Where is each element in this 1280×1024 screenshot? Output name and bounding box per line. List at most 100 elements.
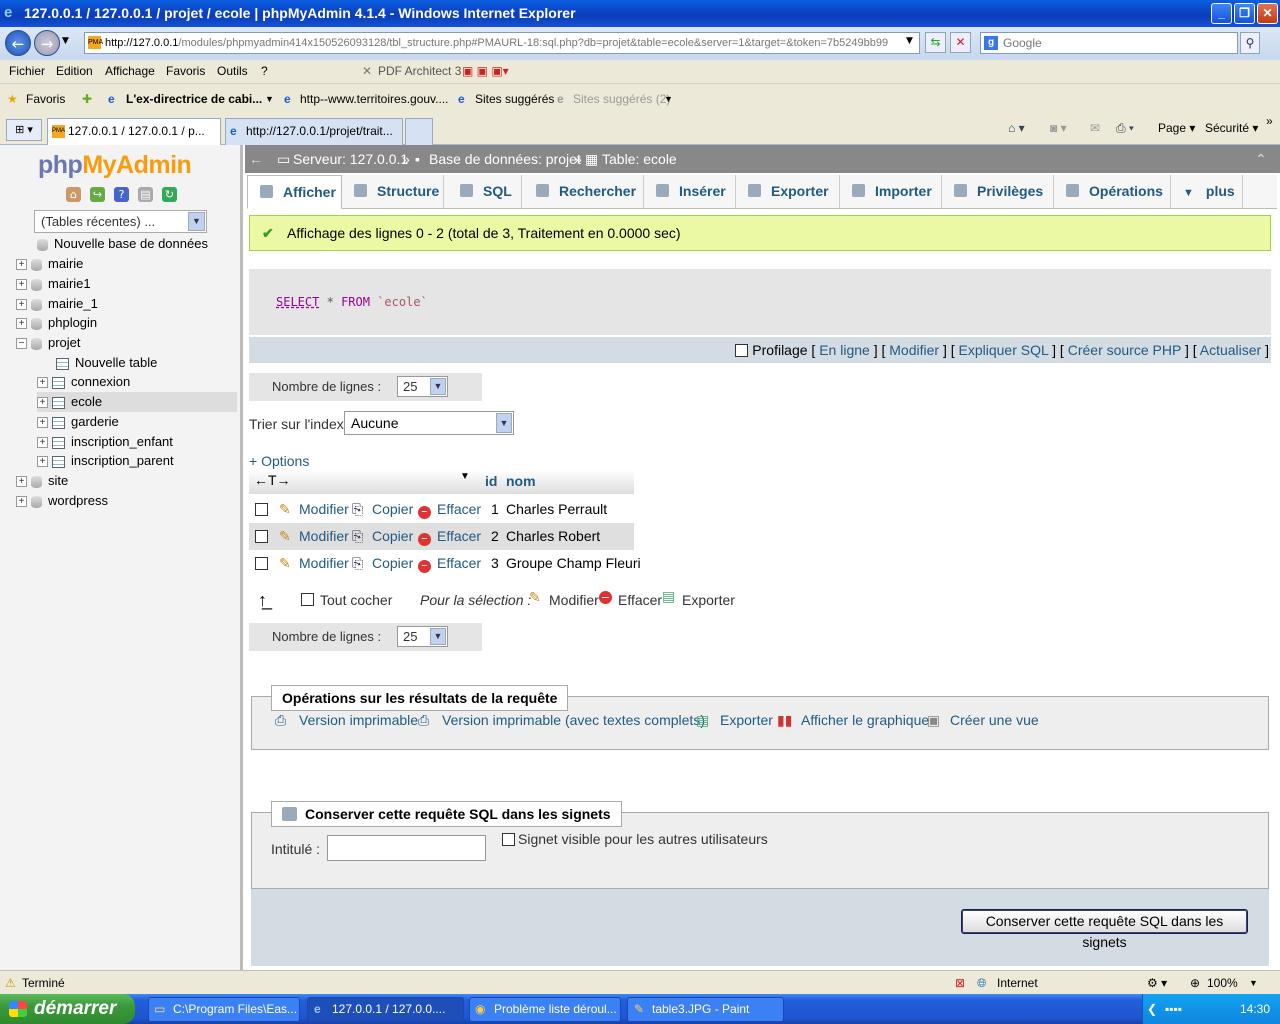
- delete-link[interactable]: Effacer: [437, 523, 481, 550]
- save-bookmark-button[interactable]: Conserver cette requête SQL dans les sig…: [961, 909, 1248, 950]
- selection-delete-button[interactable]: Effacer: [618, 592, 662, 608]
- expand-icon[interactable]: +: [37, 397, 48, 409]
- breadcrumb-database[interactable]: Base de données: projet: [429, 145, 581, 173]
- tab-exporter[interactable]: Exporter: [736, 175, 840, 208]
- print-view-link[interactable]: Version imprimable: [299, 712, 418, 728]
- page-menu[interactable]: Page ▾: [1158, 120, 1195, 136]
- recent-tables-select[interactable]: (Tables récentes) ... ▼: [34, 210, 207, 233]
- favorite-item-4[interactable]: Sites suggérés (2): [573, 85, 670, 113]
- tab-phpmyadmin[interactable]: PMA 127.0.0.1 / 127.0.0.1 / p...: [47, 118, 221, 145]
- refresh-icon[interactable]: ⇆: [925, 32, 946, 53]
- tree-table-connexion[interactable]: + connexion: [37, 372, 130, 392]
- expand-icon[interactable]: +: [37, 437, 48, 449]
- tree-table-garderie[interactable]: + garderie: [37, 412, 119, 432]
- more-tools-icon[interactable]: »: [1266, 113, 1273, 129]
- show-chart-link[interactable]: Afficher le graphique: [801, 712, 929, 728]
- collapse-nav-icon[interactable]: ←: [249, 145, 263, 173]
- favorites-button[interactable]: Favoris: [26, 85, 65, 113]
- edit-link[interactable]: Modifier: [299, 550, 349, 577]
- expand-icon[interactable]: +: [16, 318, 27, 330]
- print-icon[interactable]: ⎙ ▾: [1116, 120, 1134, 136]
- tree-db-mairie_1[interactable]: + mairie_1: [16, 294, 98, 314]
- tray-expand-icon[interactable]: ❮: [1147, 994, 1157, 1024]
- options-link[interactable]: + Options: [249, 453, 309, 469]
- quick-tabs-icon[interactable]: ⊞ ▾: [6, 119, 42, 141]
- protected-mode-icon[interactable]: ⚙ ▾: [1147, 971, 1167, 995]
- stop-icon[interactable]: ✕: [950, 32, 971, 53]
- selection-export-button[interactable]: Exporter: [682, 592, 735, 608]
- logout-icon[interactable]: ↪: [90, 187, 105, 202]
- breadcrumb-table[interactable]: Table: ecole: [602, 145, 677, 173]
- help-icon[interactable]: ?: [114, 187, 129, 202]
- search-icon[interactable]: ⚲: [1240, 32, 1260, 54]
- copy-link[interactable]: Copier: [372, 523, 413, 550]
- zoom-level[interactable]: 100%: [1207, 971, 1238, 995]
- address-bar[interactable]: PMA http://127.0.0.1/modules/phpmyadmin4…: [84, 32, 920, 54]
- edit-query-link[interactable]: Modifier: [889, 342, 939, 358]
- favorite-item-2[interactable]: http--www.territoires.gouv....: [300, 85, 449, 113]
- security-menu[interactable]: Sécurité ▾: [1205, 120, 1258, 136]
- tree-db-projet[interactable]: − projet: [16, 333, 81, 353]
- add-favorite-icon[interactable]: ✚: [82, 85, 92, 113]
- column-resize-arrows[interactable]: ←T→: [254, 472, 291, 488]
- column-id[interactable]: id: [485, 473, 497, 489]
- tree-db-wordpress[interactable]: + wordpress: [16, 491, 108, 511]
- menu-favoris[interactable]: Favoris: [166, 60, 205, 82]
- tray-icons[interactable]: ▪▪▪▪: [1165, 994, 1182, 1024]
- refresh-link[interactable]: Actualiser: [1200, 342, 1261, 358]
- row-checkbox[interactable]: [255, 557, 268, 570]
- task-explorer[interactable]: ▭ C:\Program Files\Eas...: [148, 997, 300, 1022]
- tab-sql[interactable]: SQL: [444, 175, 522, 208]
- create-view-link[interactable]: Créer une vue: [950, 712, 1039, 728]
- tab-rechercher[interactable]: Rechercher: [522, 175, 644, 208]
- home-icon[interactable]: ⌂: [66, 187, 81, 202]
- forward-button[interactable]: →: [34, 30, 60, 56]
- tree-table-inscription-enfant[interactable]: + inscription_enfant: [37, 432, 173, 452]
- menu-edition[interactable]: Edition: [56, 60, 93, 82]
- export-link[interactable]: Exporter: [720, 712, 773, 728]
- tab-inserer[interactable]: Insérer: [644, 175, 736, 208]
- php-source-link[interactable]: Créer source PHP: [1068, 342, 1181, 358]
- profilage-checkbox[interactable]: [735, 344, 749, 357]
- tab-operations[interactable]: Opérations: [1054, 175, 1171, 208]
- new-tab-button[interactable]: [405, 118, 433, 145]
- delete-link[interactable]: Effacer: [437, 550, 481, 577]
- tab-afficher[interactable]: Afficher: [247, 175, 342, 209]
- tree-db-mairie1[interactable]: + mairie1: [16, 274, 91, 294]
- tab-privileges[interactable]: Privilèges: [942, 175, 1054, 208]
- close-button[interactable]: ✕: [1257, 3, 1278, 24]
- rows-per-page-select[interactable]: 25 ▼: [397, 376, 448, 397]
- bookmark-label-input[interactable]: [327, 835, 486, 861]
- collapse-header-icon[interactable]: ⌃: [1255, 145, 1267, 173]
- tree-table-ecole[interactable]: + ecole: [37, 392, 237, 412]
- search-input[interactable]: g Google: [980, 32, 1238, 54]
- tab-importer[interactable]: Importer: [840, 175, 942, 208]
- tab-projet[interactable]: e http://127.0.0.1/projet/trait...: [225, 118, 403, 145]
- expand-icon[interactable]: +: [16, 299, 27, 311]
- menu-affichage[interactable]: Affichage: [105, 60, 155, 82]
- visible-checkbox[interactable]: [502, 833, 515, 846]
- tab-structure[interactable]: Structure: [342, 175, 444, 208]
- column-nom[interactable]: nom: [506, 473, 536, 489]
- check-all-checkbox[interactable]: [301, 593, 314, 606]
- expand-icon[interactable]: +: [16, 476, 27, 488]
- row-checkbox[interactable]: [255, 503, 268, 516]
- inline-link[interactable]: En ligne: [819, 342, 870, 358]
- pdf-icon[interactable]: ▣ ▣ ▣▾: [462, 60, 509, 82]
- breadcrumb-server[interactable]: Serveur: 127.0.0.1: [293, 145, 408, 173]
- chevron-down-icon[interactable]: ▼: [265, 85, 274, 113]
- tree-db-site[interactable]: + site: [16, 471, 68, 491]
- docs-icon[interactable]: ▤: [138, 187, 153, 202]
- row-checkbox[interactable]: [255, 530, 268, 543]
- favorite-item-3[interactable]: Sites suggérés: [475, 85, 554, 113]
- expand-icon[interactable]: +: [37, 417, 48, 429]
- task-ie[interactable]: e 127.0.0.1 / 127.0.0....: [307, 997, 464, 1022]
- menu-help[interactable]: ?: [261, 60, 268, 82]
- sort-dropdown-icon[interactable]: ▼: [460, 471, 470, 482]
- copy-link[interactable]: Copier: [372, 550, 413, 577]
- maximize-button[interactable]: ❐: [1234, 3, 1255, 24]
- expand-icon[interactable]: +: [37, 377, 48, 389]
- expand-icon[interactable]: +: [37, 456, 48, 468]
- expand-icon[interactable]: +: [16, 279, 27, 291]
- edit-link[interactable]: Modifier: [299, 496, 349, 523]
